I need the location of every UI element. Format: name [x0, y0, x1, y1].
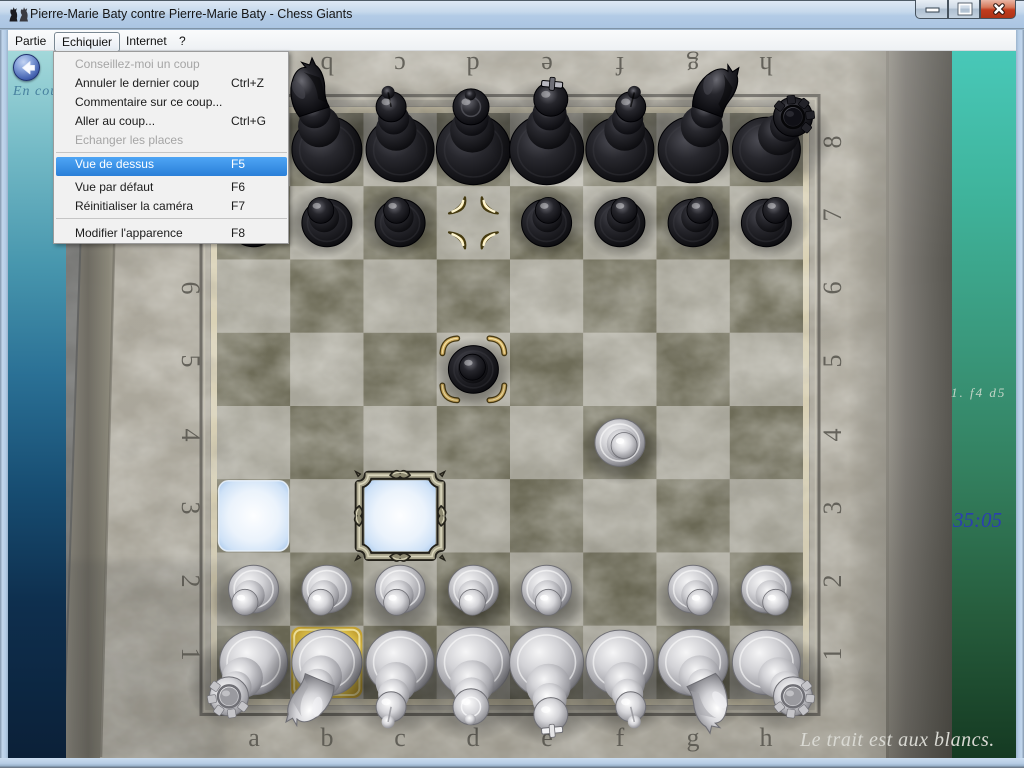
- svg-text:3: 3: [818, 502, 847, 515]
- svg-text:4: 4: [176, 429, 205, 442]
- svg-text:h: h: [760, 51, 773, 80]
- svg-text:4: 4: [818, 429, 847, 442]
- svg-text:2: 2: [818, 575, 847, 588]
- svg-text:d: d: [467, 51, 480, 80]
- svg-text:7: 7: [818, 209, 847, 222]
- svg-text:c: c: [394, 51, 406, 80]
- svg-text:6: 6: [176, 282, 205, 295]
- svg-text:2: 2: [176, 575, 205, 588]
- svg-text:5: 5: [818, 355, 847, 368]
- svg-text:6: 6: [818, 282, 847, 295]
- svg-text:g: g: [687, 51, 700, 80]
- svg-text:e: e: [541, 51, 553, 80]
- svg-text:f: f: [615, 51, 624, 80]
- svg-text:5: 5: [176, 355, 205, 368]
- svg-text:3: 3: [176, 502, 205, 515]
